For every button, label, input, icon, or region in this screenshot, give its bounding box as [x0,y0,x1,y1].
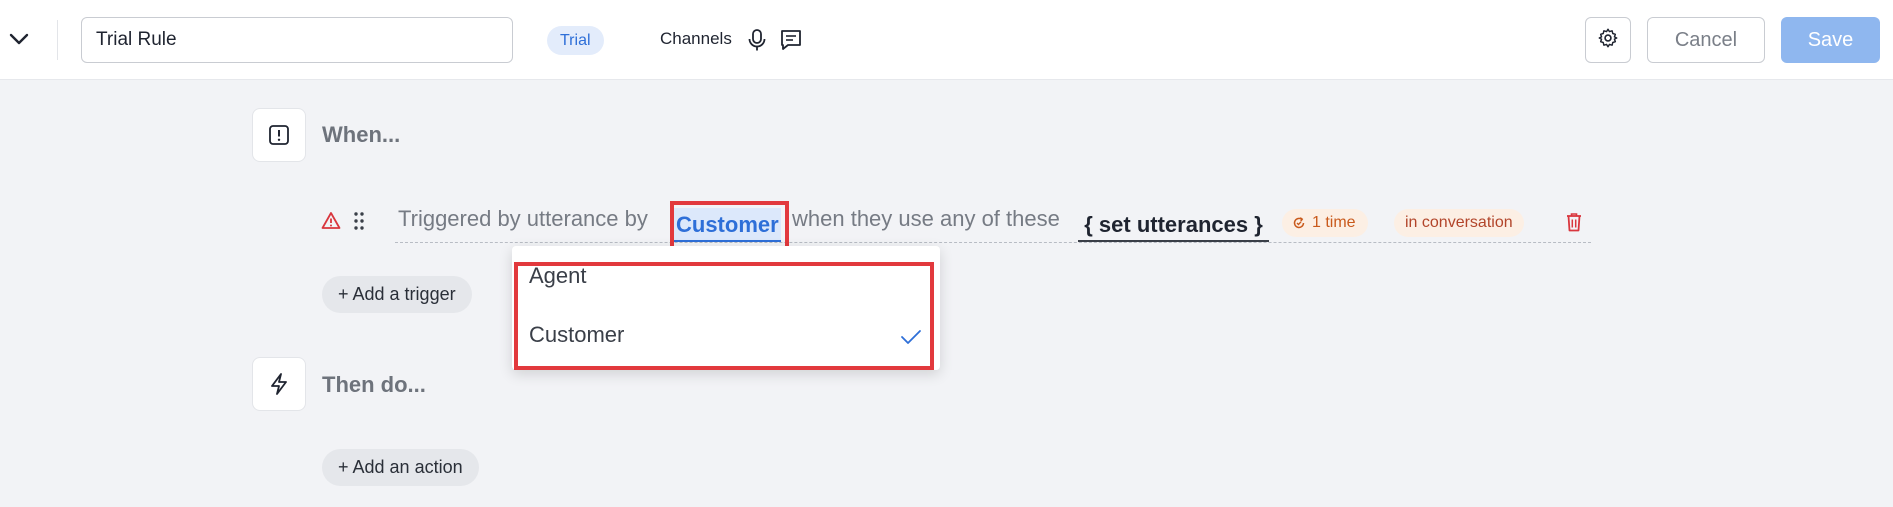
dropdown-option-customer[interactable]: Customer [512,312,940,362]
rule-name-input[interactable] [81,17,513,63]
dropdown-option-label: Agent [529,263,587,288]
alert-square-icon [252,108,306,162]
trigger-prefix-text: Triggered by utterance by [398,206,648,231]
warning-icon [321,211,341,230]
settings-button[interactable] [1585,17,1631,63]
save-button[interactable]: Save [1781,17,1880,63]
divider [57,20,58,60]
dropdown-option-agent[interactable]: Agent [512,253,940,303]
drag-handle-icon[interactable] [352,210,366,232]
microphone-icon[interactable] [746,28,768,52]
frequency-badge[interactable]: 1 time [1282,209,1368,237]
frequency-label: 1 time [1312,214,1356,231]
chevron-down-icon[interactable] [6,26,32,52]
utterances-selector[interactable]: { set utterances } [1078,208,1269,242]
gear-icon [1597,27,1619,54]
chat-icon[interactable] [779,28,803,52]
scope-badge[interactable]: in conversation [1394,209,1524,237]
dropdown-option-label: Customer [529,322,625,347]
trash-icon[interactable] [1564,211,1584,233]
speaker-dropdown-menu: Agent Customer [512,246,940,370]
cancel-button[interactable]: Cancel [1647,17,1765,63]
trigger-underline [395,242,1591,243]
trigger-middle-text: when they use any of these [792,206,1060,231]
then-section-title: Then do... [322,372,426,397]
status-badge: Trial [547,26,604,55]
when-section-title: When... [322,122,401,147]
add-trigger-button[interactable]: + Add a trigger [322,276,472,313]
channels-label: Channels [660,29,732,48]
top-bar: Trial Channels Cancel Save [0,0,1893,80]
speaker-selector[interactable]: Customer [674,208,781,242]
lightning-icon [252,357,306,411]
add-action-button[interactable]: + Add an action [322,449,479,486]
refresh-icon [1292,216,1306,230]
checkmark-icon [900,326,922,344]
